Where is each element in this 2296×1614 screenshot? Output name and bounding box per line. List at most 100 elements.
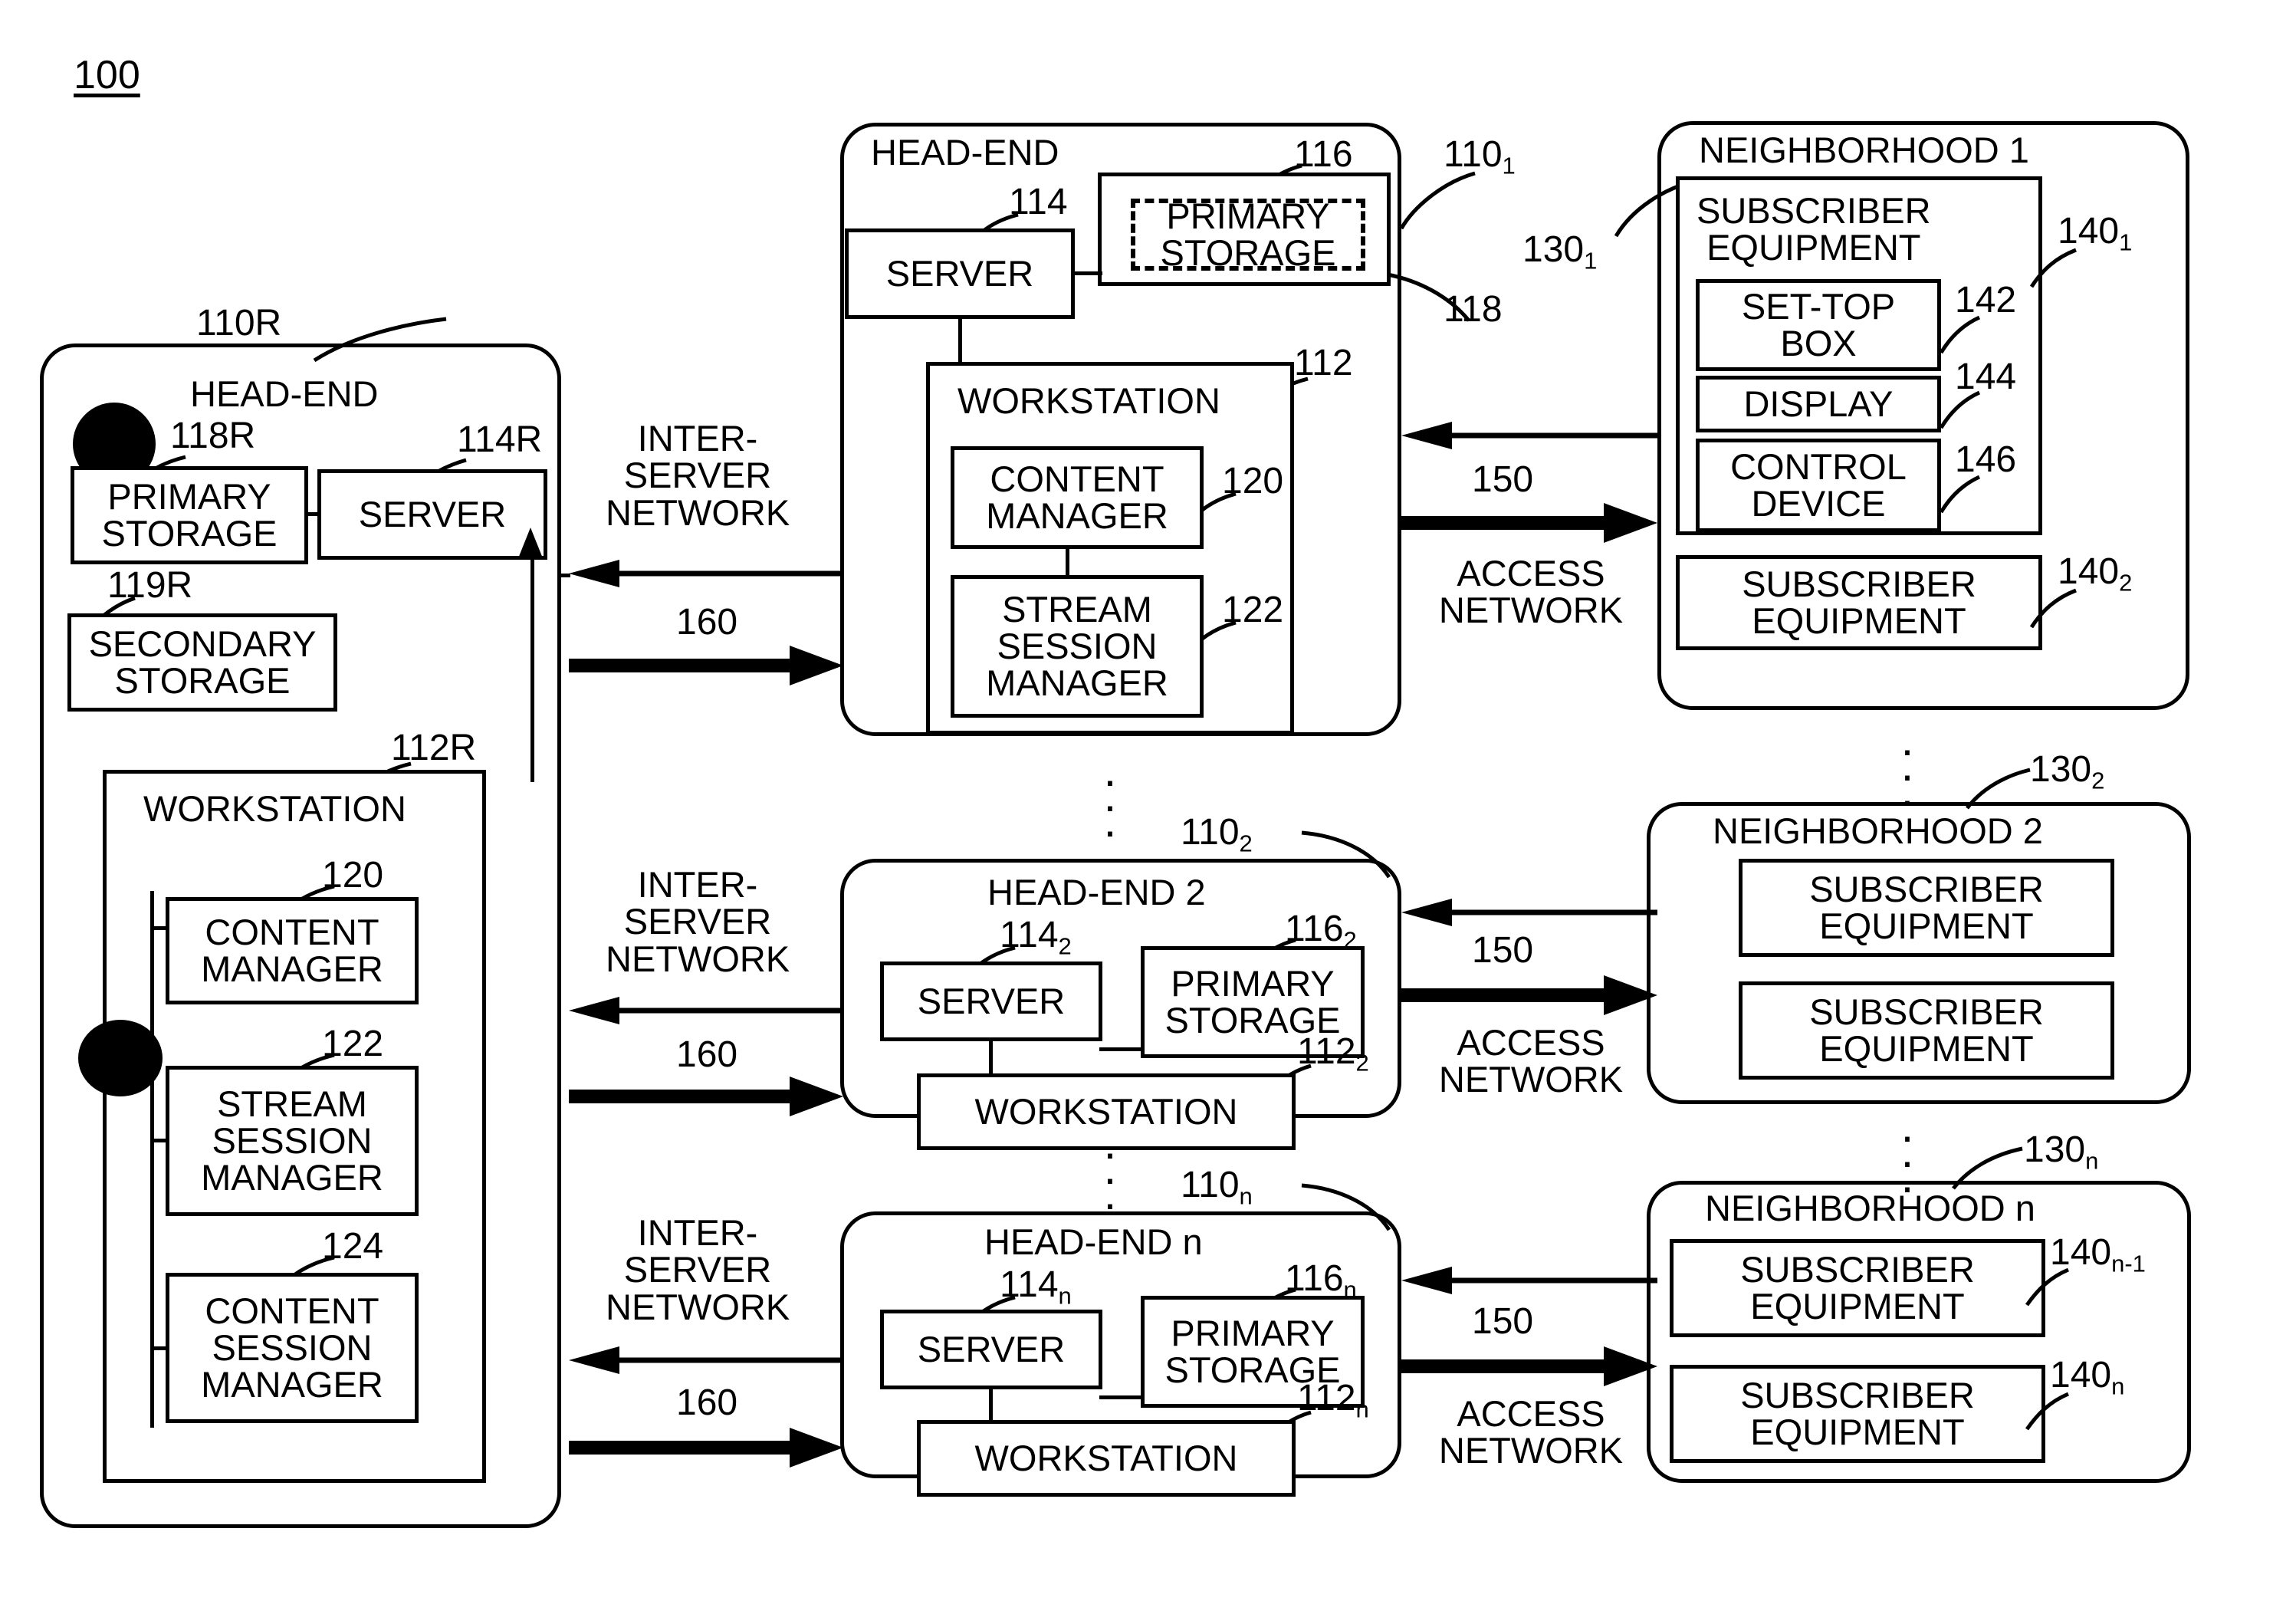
- left-storage-server-link: [307, 512, 320, 516]
- left-server-label: SERVER: [358, 494, 507, 535]
- headend-1-stream-session-manager-box: STREAM SESSION MANAGER: [951, 575, 1204, 718]
- neighborhood-n-subscriber-equipment-b: SUBSCRIBER EQUIPMENT: [1670, 1365, 2045, 1463]
- inter-server-arrow-right-3: [569, 1428, 843, 1468]
- headend-2-server-box: SERVER: [880, 961, 1102, 1041]
- headend-2-server-storage-link: [1099, 1047, 1144, 1051]
- control-device-label: CONTROL DEVICE: [1730, 446, 1907, 524]
- subscriber-equipment-2-label: SUBSCRIBER EQUIPMENT: [1742, 564, 1976, 641]
- neighborhood-n-subscriber-equipment-a-label: SUBSCRIBER EQUIPMENT: [1740, 1249, 1975, 1326]
- subscriber-equipment-2-leader: [2029, 588, 2077, 629]
- access-ref-1: 150: [1472, 459, 1534, 500]
- access-arrow-right-2: [1401, 975, 1657, 1015]
- inter-server-ref-3: 160: [676, 1382, 738, 1423]
- left-primary-storage-label: PRIMARY STORAGE: [101, 476, 278, 554]
- neighborhood-2-title: NEIGHBORHOOD 2: [1713, 810, 2043, 851]
- neighborhood-2-subscriber-equipment-a: SUBSCRIBER EQUIPMENT: [1739, 859, 2114, 957]
- figure-number: 100: [74, 53, 140, 97]
- neighborhood-n-subscriber-equipment-b-label: SUBSCRIBER EQUIPMENT: [1740, 1375, 1975, 1452]
- inter-server-arrow-left-2: [569, 997, 843, 1024]
- left-content-session-manager-box: CONTENT SESSION MANAGER: [166, 1273, 419, 1423]
- left-content-manager-label: CONTENT MANAGER: [201, 912, 383, 989]
- inter-server-ref-1: 160: [676, 602, 738, 643]
- headend-2-server-label: SERVER: [917, 981, 1066, 1022]
- display-label: DISPLAY: [1743, 383, 1894, 425]
- access-ref-2: 150: [1472, 930, 1534, 971]
- neighborhood-ellipsis-1: ...: [1900, 714, 1914, 816]
- left-server-workstation-link-v: [530, 557, 534, 782]
- headend-1-storage-link-leader: [1387, 272, 1470, 322]
- headend-n-server-label: SERVER: [917, 1329, 1066, 1370]
- headend-1-title: HEAD-END: [871, 132, 1059, 173]
- left-stream-session-manager-link: [150, 1139, 169, 1142]
- inter-server-arrow-right-2: [569, 1077, 843, 1116]
- display-box: DISPLAY: [1696, 376, 1941, 432]
- headend-1-primary-storage-box: PRIMARY STORAGE: [1098, 173, 1391, 286]
- access-arrow-left-1: [1401, 422, 1657, 449]
- inter-server-arrow-right-1: [569, 646, 843, 685]
- access-arrow-left-2: [1401, 899, 1657, 926]
- headend-1-server-label: SERVER: [885, 253, 1034, 294]
- left-content-session-manager-link: [150, 1346, 169, 1350]
- inter-server-network-label-1: INTER- SERVER NETWORK: [606, 418, 790, 533]
- neighborhood-n-subscriber-equipment-a: SUBSCRIBER EQUIPMENT: [1670, 1239, 2045, 1337]
- neighborhood-n-sub-b-leader: [2025, 1392, 2069, 1431]
- access-network-label-1: ACCESS NETWORK: [1438, 553, 1624, 631]
- left-primary-storage-box: PRIMARY STORAGE: [71, 466, 308, 564]
- left-content-manager-box: CONTENT MANAGER: [166, 897, 419, 1004]
- neighborhood-2-ref: 1302: [2030, 749, 2105, 794]
- neighborhood-ellipsis-2: ...: [1900, 1100, 1914, 1202]
- set-top-box: SET-TOP BOX: [1696, 279, 1941, 371]
- headend-1-server-storage-link: [1072, 271, 1102, 275]
- neighborhood-n-sub-a-leader: [2025, 1267, 2069, 1307]
- left-stream-session-manager-box: STREAM SESSION MANAGER: [166, 1066, 419, 1216]
- headend-1-content-manager-box: CONTENT MANAGER: [951, 446, 1204, 549]
- access-arrow-left-3: [1401, 1267, 1657, 1294]
- inter-server-arrow-left-1: [569, 560, 843, 587]
- left-content-session-manager-label: CONTENT SESSION MANAGER: [201, 1290, 383, 1405]
- inter-server-network-label-3: INTER- SERVER NETWORK: [606, 1212, 790, 1327]
- access-network-label-2: ACCESS NETWORK: [1438, 1022, 1624, 1100]
- headend-1-content-manager-label: CONTENT MANAGER: [986, 459, 1168, 536]
- headend-2-ref: 1102: [1181, 812, 1253, 857]
- headend-n-server-storage-link: [1099, 1395, 1144, 1399]
- neighborhood-1-ref: 1301: [1522, 229, 1598, 274]
- set-top-box-leader: [1939, 315, 1981, 354]
- headend-1-primary-storage-inner: PRIMARY STORAGE: [1131, 196, 1365, 273]
- neighborhood-2-ref-leader: [1966, 768, 2031, 810]
- headend-n-ref-leader: [1301, 1183, 1391, 1231]
- headend-n-workstation-label: WORKSTATION: [974, 1438, 1238, 1479]
- headend-1-primary-storage-label: PRIMARY STORAGE: [1160, 196, 1336, 273]
- control-device-box: CONTROL DEVICE: [1696, 439, 1941, 532]
- neighborhood-n-ref-leader: [1952, 1146, 2023, 1190]
- headend-2-title: HEAD-END 2: [987, 872, 1206, 912]
- display-leader: [1939, 390, 1981, 429]
- left-workstation-blob: [78, 1020, 163, 1096]
- headend-1-module-link: [1066, 547, 1069, 577]
- access-arrow-right-1: [1401, 503, 1657, 543]
- headend-1-stream-session-manager-label: STREAM SESSION MANAGER: [986, 589, 1168, 703]
- set-top-box-label: SET-TOP BOX: [1741, 286, 1896, 363]
- headend-ellipsis-1: ...: [1103, 745, 1117, 846]
- left-secondary-storage-label: SECONDARY STORAGE: [88, 623, 317, 701]
- left-secondary-storage-box: SECONDARY STORAGE: [67, 613, 337, 712]
- patent-figure-canvas: 100 HEAD-END 110R 118R PRIMARY STORAGE 1…: [0, 0, 2296, 1614]
- neighborhood-n-title: NEIGHBORHOOD n: [1705, 1188, 2035, 1228]
- headend-ellipsis-2: ...: [1103, 1117, 1117, 1219]
- inter-server-arrow-left-3: [569, 1346, 843, 1374]
- left-server-uparrow: [518, 528, 543, 558]
- headend-n-workstation-box: WORKSTATION: [917, 1420, 1296, 1497]
- headend-2-ref-leader: [1301, 830, 1391, 879]
- access-network-label-3: ACCESS NETWORK: [1438, 1393, 1624, 1471]
- headend-n-server-box: SERVER: [880, 1310, 1102, 1389]
- headend-1-server-workstation-link: [958, 319, 962, 363]
- headend-1-server-box: SERVER: [845, 228, 1075, 319]
- neighborhood-2-subscriber-equipment-a-label: SUBSCRIBER EQUIPMENT: [1809, 869, 2044, 946]
- left-stream-session-manager-label: STREAM SESSION MANAGER: [201, 1083, 383, 1198]
- access-arrow-right-3: [1401, 1346, 1657, 1386]
- inter-server-network-label-2: INTER- SERVER NETWORK: [606, 864, 790, 979]
- subscriber-equipment-2-box: SUBSCRIBER EQUIPMENT: [1676, 555, 2042, 650]
- headend-n-title: HEAD-END n: [984, 1221, 1203, 1262]
- left-workstation-label: WORKSTATION: [143, 788, 406, 829]
- headend-2-primary-storage-label: PRIMARY STORAGE: [1164, 963, 1341, 1040]
- subscriber-equipment-1-label: SUBSCRIBER EQUIPMENT: [1697, 190, 1931, 268]
